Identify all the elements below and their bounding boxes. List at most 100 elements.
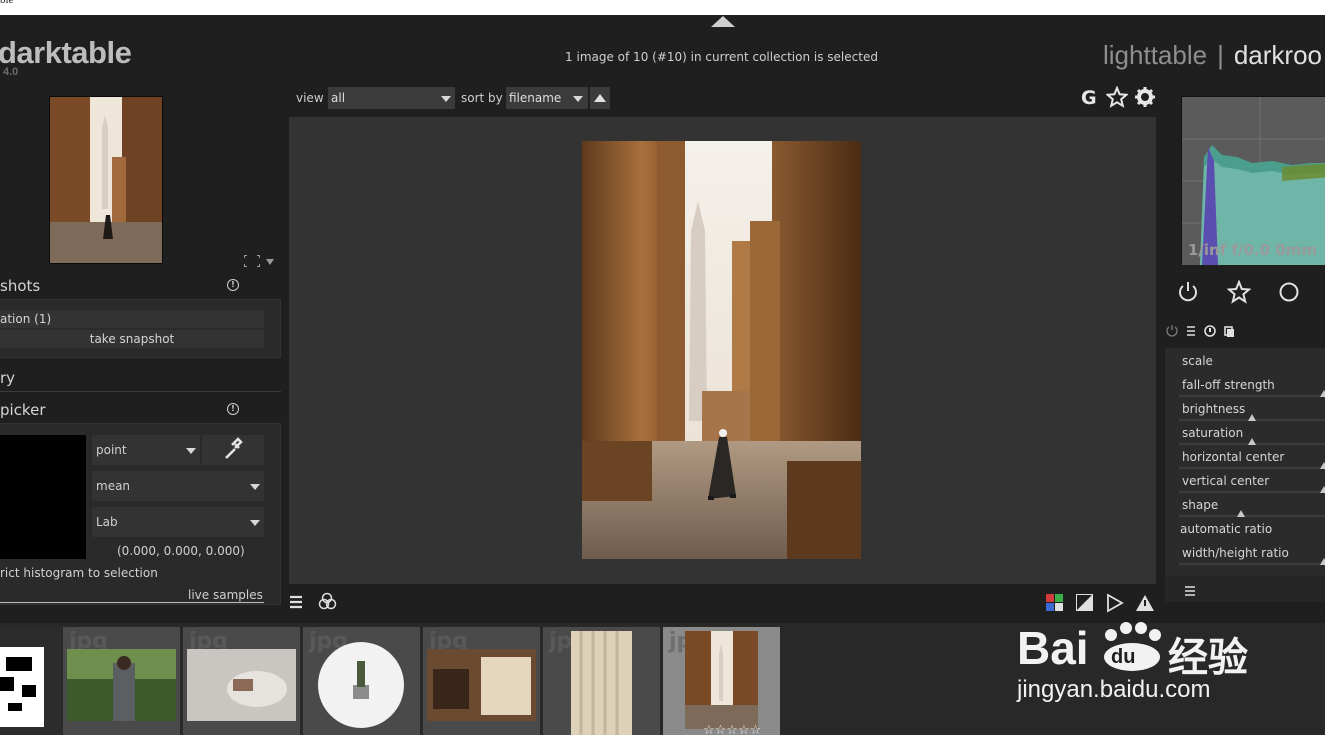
styles-button[interactable] bbox=[317, 591, 339, 613]
color-picker-info-icon[interactable]: ! bbox=[227, 403, 239, 415]
picker-mode-select[interactable]: point bbox=[92, 435, 200, 465]
chevron-down-icon bbox=[441, 96, 451, 102]
restrict-histogram-toggle[interactable]: rict histogram to selection bbox=[0, 566, 158, 580]
module-slider-marker[interactable] bbox=[1320, 486, 1325, 493]
chevron-down-icon bbox=[186, 448, 196, 454]
histogram[interactable]: 1/inf f/0.0 0mm bbox=[1181, 96, 1325, 265]
presets-menu[interactable] bbox=[1184, 583, 1200, 597]
module-row[interactable]: brightness bbox=[1165, 400, 1325, 422]
module-slider-marker[interactable] bbox=[1248, 414, 1256, 421]
softproof-button[interactable] bbox=[1076, 594, 1093, 611]
star-rating[interactable]: ☆☆☆☆☆ bbox=[703, 723, 761, 735]
module-slider-track[interactable] bbox=[1179, 467, 1325, 469]
overexposed-button[interactable] bbox=[1135, 593, 1155, 613]
eyedropper-icon bbox=[225, 437, 243, 459]
module-slider-marker[interactable] bbox=[1248, 438, 1256, 445]
watermark-cn: 经验 bbox=[1168, 636, 1248, 680]
overlays-button[interactable] bbox=[1105, 85, 1129, 108]
view-switcher: lighttable | darkroo bbox=[1103, 40, 1322, 71]
module-row[interactable]: shape bbox=[1165, 496, 1325, 518]
module-row[interactable]: automatic ratio bbox=[1165, 520, 1325, 542]
history-header[interactable]: ry bbox=[0, 369, 15, 387]
power-icon bbox=[1179, 282, 1197, 302]
color-picker-header[interactable]: picker bbox=[0, 401, 45, 419]
power-button[interactable] bbox=[1176, 280, 1200, 304]
module-row[interactable]: horizontal center bbox=[1165, 448, 1325, 470]
snapshots-header[interactable]: shots bbox=[0, 277, 40, 295]
picker-mode-value: point bbox=[96, 443, 127, 457]
thumbnail-image bbox=[571, 631, 632, 735]
styles-icon bbox=[318, 592, 337, 610]
module-slider-marker[interactable] bbox=[1320, 558, 1325, 565]
view-lighttable[interactable]: lighttable bbox=[1103, 40, 1207, 70]
grouping-button[interactable]: G bbox=[1081, 87, 1097, 109]
filmstrip-item[interactable]: jpg bbox=[63, 627, 180, 735]
live-samples-label[interactable]: live samples bbox=[188, 588, 263, 602]
favorites-button[interactable] bbox=[1226, 279, 1252, 304]
top-panel-collapse-icon[interactable] bbox=[711, 16, 735, 27]
module-row[interactable]: saturation bbox=[1165, 424, 1325, 446]
view-filter-value: all bbox=[331, 91, 346, 105]
color-space-select[interactable]: Lab bbox=[92, 507, 264, 537]
filmstrip-item[interactable]: jpg bbox=[543, 627, 660, 735]
filmstrip-item-selected[interactable]: jpg ☆☆☆☆☆ bbox=[663, 627, 780, 735]
module-toolbar-icons bbox=[1166, 325, 1234, 337]
module-slider-track[interactable] bbox=[1179, 515, 1325, 517]
fit-zoom-icon bbox=[244, 255, 274, 267]
menu-icon[interactable] bbox=[289, 593, 305, 611]
color-swatch bbox=[0, 435, 86, 559]
navigation-thumbnail[interactable] bbox=[49, 96, 163, 264]
main-image[interactable] bbox=[582, 141, 861, 559]
live-samples-underline bbox=[0, 602, 264, 603]
divider bbox=[0, 391, 281, 392]
module-params: scale fall-off strength brightness saturati… bbox=[1165, 348, 1325, 576]
module-row[interactable]: vertical center bbox=[1165, 472, 1325, 494]
app-logo: darktable bbox=[0, 35, 132, 70]
filmstrip-item[interactable] bbox=[0, 627, 62, 735]
preferences-button[interactable] bbox=[1134, 86, 1156, 108]
eyedropper-button[interactable] bbox=[202, 435, 264, 465]
picker-values: (0.000, 0.000, 0.000) bbox=[117, 544, 245, 558]
hamburger-icon bbox=[1185, 586, 1195, 596]
gamut-check-button[interactable] bbox=[1046, 594, 1063, 611]
sort-by-label: sort by bbox=[461, 91, 503, 105]
module-row[interactable]: fall-off strength bbox=[1165, 376, 1325, 398]
filmstrip-item[interactable]: jpg bbox=[303, 627, 420, 735]
statistic-select[interactable]: mean bbox=[92, 471, 264, 501]
hamburger-icon bbox=[290, 595, 302, 609]
module-slider-marker[interactable] bbox=[1320, 390, 1325, 397]
softproof-icon bbox=[1076, 594, 1093, 611]
module-param-label: shape bbox=[1182, 498, 1219, 512]
focus-icon bbox=[1107, 593, 1124, 613]
module-row[interactable]: scale bbox=[1165, 352, 1325, 374]
navigation-zoom-control[interactable] bbox=[244, 252, 274, 267]
gear-icon bbox=[1135, 87, 1155, 107]
module-row[interactable]: width/height ratio bbox=[1165, 544, 1325, 566]
circle-button[interactable] bbox=[1277, 280, 1301, 304]
navigation-preview-image bbox=[50, 97, 162, 263]
module-param-label: width/height ratio bbox=[1182, 546, 1289, 560]
snapshots-panel bbox=[0, 299, 281, 358]
view-filter-select[interactable]: all bbox=[328, 87, 455, 109]
module-param-label: saturation bbox=[1182, 426, 1244, 440]
status-message: 1 image of 10 (#10) in current collectio… bbox=[565, 50, 878, 64]
module-header-icons bbox=[1165, 323, 1241, 337]
module-slider-track[interactable] bbox=[1179, 491, 1325, 493]
module-slider-track[interactable] bbox=[1179, 563, 1325, 565]
module-slider-marker[interactable] bbox=[1320, 462, 1325, 469]
snapshots-info-icon[interactable]: ! bbox=[227, 279, 239, 291]
view-darkroom[interactable]: darkroo bbox=[1234, 40, 1322, 70]
focus-peaking-button[interactable] bbox=[1105, 593, 1125, 613]
snapshot-item[interactable]: ation (1) bbox=[0, 310, 264, 328]
thumbnail-image bbox=[685, 631, 758, 729]
filmstrip-item[interactable]: jpg bbox=[183, 627, 300, 735]
chevron-down-icon bbox=[250, 520, 260, 526]
module-slider-marker[interactable] bbox=[1237, 510, 1245, 517]
color-grid-icon bbox=[1046, 594, 1063, 611]
sort-order-button[interactable] bbox=[590, 87, 610, 109]
view-separator: | bbox=[1217, 40, 1224, 70]
module-slider-track[interactable] bbox=[1179, 395, 1325, 397]
module-param-label: fall-off strength bbox=[1182, 378, 1275, 392]
filmstrip-item[interactable]: jpg bbox=[423, 627, 540, 735]
take-snapshot-button[interactable]: take snapshot bbox=[0, 330, 264, 348]
